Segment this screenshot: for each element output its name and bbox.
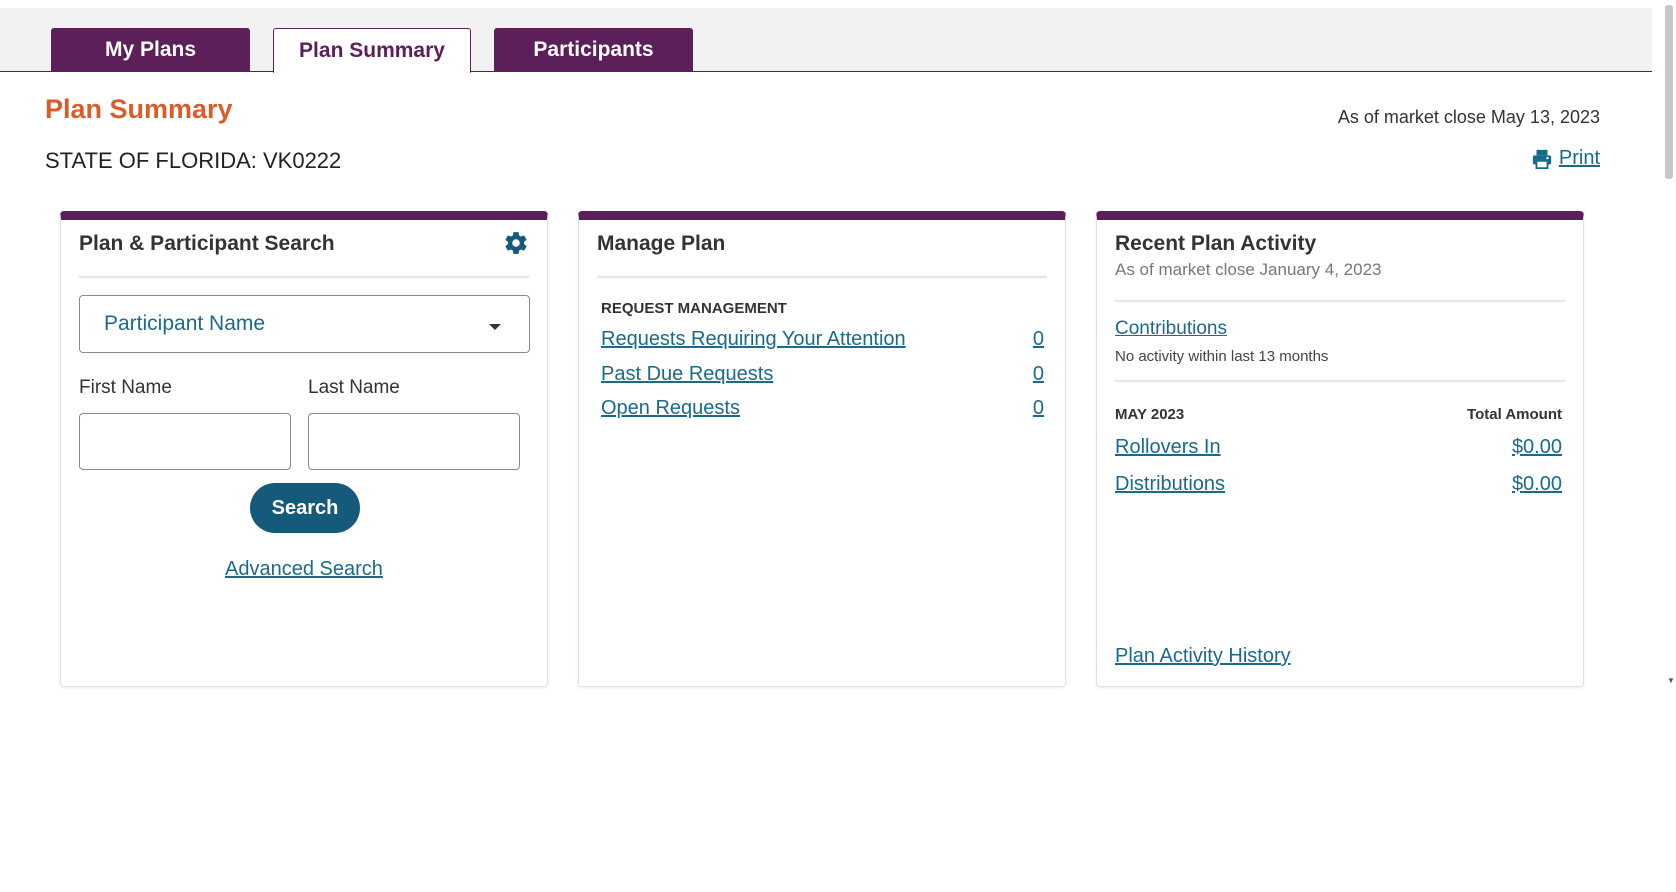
print-label: Print bbox=[1558, 147, 1600, 169]
requests-attention-link[interactable]: Requests Requiring Your Attention bbox=[601, 328, 906, 351]
first-name-field[interactable] bbox=[79, 413, 291, 470]
contributions-link[interactable]: Contributions bbox=[1115, 318, 1227, 340]
activity-row: Rollovers In $0.00 bbox=[1115, 433, 1562, 461]
first-name-label: First Name bbox=[79, 377, 172, 398]
distributions-link[interactable]: Distributions bbox=[1115, 473, 1225, 496]
plan-activity-history-link[interactable]: Plan Activity History bbox=[1115, 645, 1291, 668]
card-title: Plan & Participant Search bbox=[79, 232, 529, 278]
plan-participant-search-card: Plan & Participant Search Participant Na… bbox=[60, 211, 548, 687]
print-link[interactable]: Print bbox=[1531, 147, 1600, 170]
scroll-down-arrow[interactable]: ▼ bbox=[1667, 676, 1675, 685]
tab-participants[interactable]: Participants bbox=[494, 28, 693, 72]
search-type-value: Participant Name bbox=[104, 312, 266, 335]
request-row: Past Due Requests 0 bbox=[601, 360, 1044, 388]
recent-plan-activity-card: Recent Plan Activity As of market close … bbox=[1096, 211, 1584, 687]
card-title: Manage Plan bbox=[597, 232, 1047, 278]
manage-card-title: Manage Plan bbox=[597, 232, 726, 255]
activity-row: Distributions $0.00 bbox=[1115, 470, 1562, 498]
total-amount-header: Total Amount bbox=[1467, 406, 1562, 423]
search-button[interactable]: Search bbox=[250, 483, 360, 533]
activity-as-of-date: As of market close January 4, 2023 bbox=[1115, 260, 1382, 279]
request-row: Requests Requiring Your Attention 0 bbox=[601, 325, 1044, 353]
search-type-select[interactable]: Participant Name bbox=[79, 295, 530, 353]
past-due-requests-link[interactable]: Past Due Requests bbox=[601, 363, 773, 386]
no-activity-text: No activity within last 13 months bbox=[1115, 348, 1329, 365]
open-requests-link[interactable]: Open Requests bbox=[601, 397, 740, 420]
last-name-field[interactable] bbox=[308, 413, 520, 470]
divider bbox=[1115, 380, 1565, 382]
manage-plan-card: Manage Plan REQUEST MANAGEMENT Requests … bbox=[578, 211, 1066, 687]
last-name-label: Last Name bbox=[308, 377, 400, 398]
open-requests-count[interactable]: 0 bbox=[1033, 397, 1044, 420]
request-management-heading: REQUEST MANAGEMENT bbox=[601, 300, 787, 317]
activity-card-title: Recent Plan Activity bbox=[1115, 232, 1317, 255]
search-card-title: Plan & Participant Search bbox=[79, 232, 335, 255]
tab-my-plans[interactable]: My Plans bbox=[51, 28, 250, 72]
rollovers-in-amount[interactable]: $0.00 bbox=[1512, 436, 1562, 459]
print-icon bbox=[1532, 149, 1552, 169]
scrollbar-thumb[interactable] bbox=[1665, 5, 1673, 179]
tab-plan-summary[interactable]: Plan Summary bbox=[273, 28, 471, 73]
distributions-amount[interactable]: $0.00 bbox=[1512, 473, 1562, 496]
past-due-requests-count[interactable]: 0 bbox=[1033, 363, 1044, 386]
chevron-down-icon bbox=[489, 324, 501, 330]
card-title: Recent Plan Activity As of market close … bbox=[1115, 232, 1565, 302]
page-title: Plan Summary bbox=[45, 94, 233, 124]
as-of-date: As of market close May 13, 2023 bbox=[1337, 107, 1600, 127]
request-row: Open Requests 0 bbox=[601, 394, 1044, 422]
advanced-search-link[interactable]: Advanced Search bbox=[61, 558, 547, 581]
gear-icon[interactable] bbox=[503, 230, 529, 256]
plan-identifier: STATE OF FLORIDA: VK0222 bbox=[45, 148, 342, 173]
rollovers-in-link[interactable]: Rollovers In bbox=[1115, 436, 1221, 459]
activity-month: MAY 2023 bbox=[1115, 406, 1185, 423]
requests-attention-count[interactable]: 0 bbox=[1033, 328, 1044, 351]
